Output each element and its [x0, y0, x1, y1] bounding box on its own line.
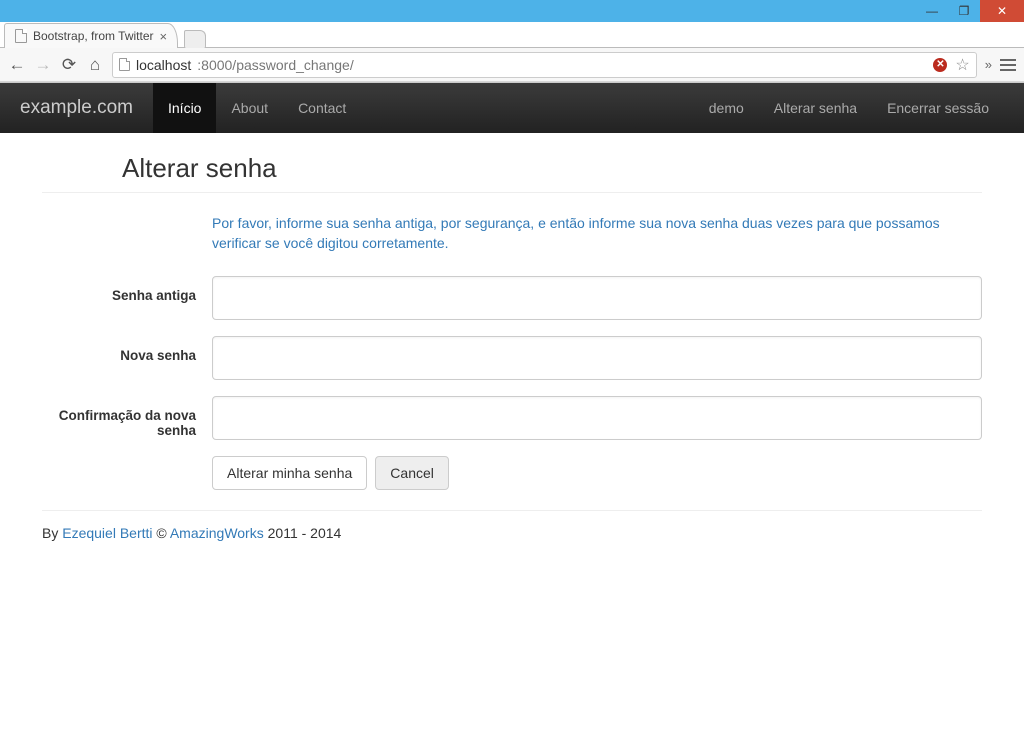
cancel-button[interactable]: Cancel: [375, 456, 449, 490]
old-password-label: Senha antiga: [42, 276, 212, 303]
confirm-password-input[interactable]: [212, 396, 982, 440]
menu-icon[interactable]: [1000, 59, 1016, 71]
address-bar[interactable]: localhost :8000/password_change/ ✕ ☆: [112, 52, 977, 78]
new-tab-button[interactable]: [184, 30, 206, 48]
window-minimize-button[interactable]: —: [916, 0, 948, 22]
close-tab-icon[interactable]: ×: [160, 29, 168, 44]
footer-divider: [42, 510, 982, 511]
footer-years: 2011 - 2014: [264, 525, 342, 541]
app-navbar: example.com Início About Contact demo Al…: [0, 83, 1024, 133]
overflow-icon[interactable]: »: [985, 57, 992, 72]
tab-strip: Bootstrap, from Twitter ×: [0, 22, 1024, 48]
window-close-button[interactable]: ✕: [980, 0, 1024, 22]
form-group-confirm-password: Confirmação da nova senha: [42, 396, 982, 440]
footer-by: By: [42, 525, 62, 541]
footer-author-link[interactable]: Ezequiel Bertti: [62, 525, 152, 541]
old-password-input[interactable]: [212, 276, 982, 320]
nav-item-contact[interactable]: Contact: [283, 83, 361, 133]
form-help-text: Por favor, informe sua senha antiga, por…: [212, 213, 982, 254]
nav-item-demo[interactable]: demo: [694, 83, 759, 133]
form-actions: Alterar minha senha Cancel: [212, 456, 982, 490]
nav-label: demo: [709, 100, 744, 116]
form-group-new-password: Nova senha: [42, 336, 982, 380]
nav-label: Início: [168, 100, 201, 116]
navbar-brand[interactable]: example.com: [20, 97, 133, 119]
window-titlebar: — ❐ ✕: [0, 0, 1024, 22]
page-title: Alterar senha: [42, 143, 982, 193]
browser-toolbar: ← → ⟳ ⌂ localhost :8000/password_change/ …: [0, 48, 1024, 82]
submit-button[interactable]: Alterar minha senha: [212, 456, 367, 490]
footer-copy: ©: [153, 525, 170, 541]
new-password-label: Nova senha: [42, 336, 212, 363]
extension-icon[interactable]: ✕: [933, 58, 947, 72]
footer: By Ezequiel Bertti © AmazingWorks 2011 -…: [42, 525, 982, 541]
page-icon: [119, 58, 130, 71]
bookmark-star-icon[interactable]: ☆: [955, 55, 969, 75]
password-change-form: Por favor, informe sua senha antiga, por…: [42, 213, 982, 490]
tab-title: Bootstrap, from Twitter: [33, 29, 154, 43]
nav-label: About: [231, 100, 268, 116]
home-button[interactable]: ⌂: [86, 55, 104, 75]
nav-label: Encerrar sessão: [887, 100, 989, 116]
url-host: localhost: [136, 57, 191, 73]
new-password-input[interactable]: [212, 336, 982, 380]
forward-button[interactable]: →: [34, 55, 52, 75]
reload-button[interactable]: ⟳: [60, 55, 78, 75]
window-maximize-button[interactable]: ❐: [948, 0, 980, 22]
form-group-old-password: Senha antiga: [42, 276, 982, 320]
page-container: Alterar senha Por favor, informe sua sen…: [22, 133, 1002, 571]
nav-item-alterar-senha[interactable]: Alterar senha: [759, 83, 872, 133]
nav-label: Contact: [298, 100, 346, 116]
nav-item-encerrar-sessao[interactable]: Encerrar sessão: [872, 83, 1004, 133]
back-button[interactable]: ←: [8, 55, 26, 75]
navbar-left: Início About Contact: [153, 83, 361, 133]
browser-tab[interactable]: Bootstrap, from Twitter ×: [4, 23, 178, 48]
url-path: :8000/password_change/: [197, 57, 353, 73]
browser-chrome: — ❐ ✕ Bootstrap, from Twitter × ← → ⟳ ⌂ …: [0, 0, 1024, 83]
nav-item-inicio[interactable]: Início: [153, 83, 216, 133]
page-icon: [15, 29, 27, 43]
confirm-password-label: Confirmação da nova senha: [42, 396, 212, 438]
navbar-right: demo Alterar senha Encerrar sessão: [694, 83, 1004, 133]
nav-item-about[interactable]: About: [216, 83, 283, 133]
nav-label: Alterar senha: [774, 100, 857, 116]
footer-company-link[interactable]: AmazingWorks: [170, 525, 264, 541]
